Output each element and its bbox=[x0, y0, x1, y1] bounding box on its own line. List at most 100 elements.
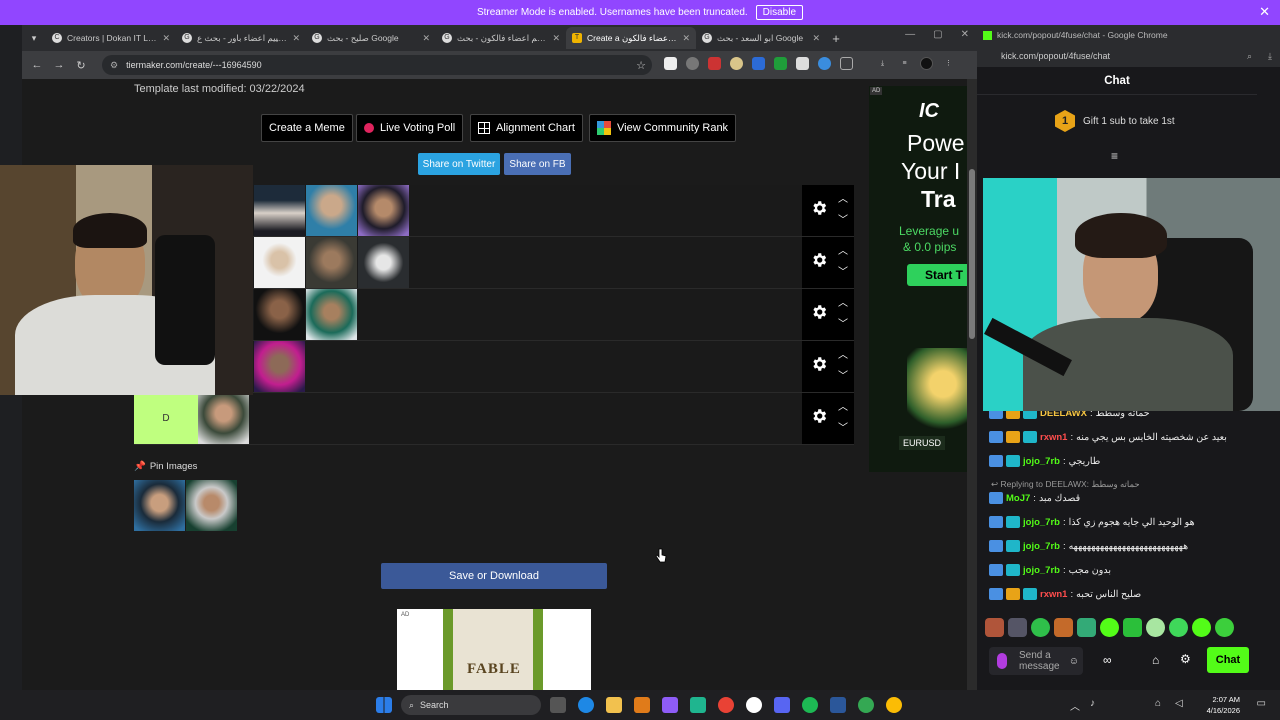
emote-icon[interactable] bbox=[1100, 618, 1119, 637]
extension-icon[interactable] bbox=[664, 57, 677, 70]
emote-icon[interactable] bbox=[1169, 618, 1188, 637]
menu-icon[interactable]: ≡ bbox=[898, 57, 911, 70]
close-tab-icon[interactable]: ✕ bbox=[422, 33, 430, 44]
close-tab-icon[interactable]: ✕ bbox=[682, 33, 690, 44]
extension-icon[interactable] bbox=[796, 57, 809, 70]
tier-label[interactable]: D bbox=[134, 393, 198, 444]
spotify-icon[interactable] bbox=[802, 697, 818, 713]
live-voting-poll-button[interactable]: Live Voting Poll bbox=[356, 114, 464, 142]
chat-username[interactable]: jojo_7rb bbox=[1023, 517, 1060, 528]
tray-volume-icon[interactable]: ◁ bbox=[1175, 698, 1183, 709]
maximize-icon[interactable]: ▢ bbox=[933, 29, 942, 40]
emote-picker-icon[interactable]: ∞ bbox=[1103, 653, 1112, 667]
move-up-icon[interactable]: ︿ bbox=[838, 346, 848, 361]
chat-username[interactable]: jojo_7rb bbox=[1023, 565, 1060, 576]
system-clock[interactable]: 2:07 AM 4/16/2026 bbox=[1207, 694, 1240, 716]
emote-icon[interactable] bbox=[1192, 618, 1211, 637]
minimize-icon[interactable]: — bbox=[905, 29, 915, 40]
emote-icon[interactable] bbox=[1054, 618, 1073, 637]
profile-avatar[interactable] bbox=[920, 57, 933, 70]
chat-username[interactable]: MoJ7 bbox=[1006, 493, 1030, 504]
emoji-icon[interactable]: ☺ bbox=[1069, 656, 1079, 667]
tier-item-image[interactable] bbox=[254, 237, 305, 288]
move-down-icon[interactable]: ﹀ bbox=[838, 211, 848, 226]
tab-google-falcon[interactable]: G تقييم اعضاء فالكون - بحث... ✕ bbox=[436, 27, 566, 49]
create-meme-button[interactable]: Create a Meme bbox=[261, 114, 353, 142]
tier-item-image[interactable] bbox=[254, 341, 305, 392]
tab-google-abusaad[interactable]: G ابو السعد - بحث Google ✕ bbox=[696, 27, 826, 49]
app-icon[interactable] bbox=[746, 697, 762, 713]
chat-username[interactable]: rxwn1 bbox=[1040, 432, 1067, 443]
chrome-icon[interactable] bbox=[886, 697, 902, 713]
kebab-menu-icon[interactable]: ⋮ bbox=[942, 57, 955, 70]
extension-icon[interactable] bbox=[708, 57, 721, 70]
ad-cta-button[interactable]: Start T bbox=[907, 264, 967, 286]
disable-streamer-mode-button[interactable]: Disable bbox=[755, 5, 804, 20]
view-community-rank-button[interactable]: View Community Rank bbox=[589, 114, 737, 142]
side-advertisement[interactable]: AD IC Powe Your I Tra Leverage u & 0.0 p… bbox=[869, 86, 967, 472]
site-info-icon[interactable]: ⚙ bbox=[110, 60, 118, 71]
move-down-icon[interactable]: ﹀ bbox=[838, 367, 848, 382]
alignment-chart-button[interactable]: Alignment Chart bbox=[470, 114, 583, 142]
reload-icon[interactable]: ↻ bbox=[70, 59, 92, 72]
tier-item-image[interactable] bbox=[306, 289, 357, 340]
tier-item-image[interactable] bbox=[254, 289, 305, 340]
extension-icon[interactable] bbox=[730, 57, 743, 70]
share-fb-button[interactable]: Share on FB bbox=[504, 153, 571, 175]
chrome-icon[interactable] bbox=[858, 697, 874, 713]
close-banner-icon[interactable]: ✕ bbox=[1259, 4, 1270, 20]
gear-icon[interactable] bbox=[810, 355, 828, 373]
bottom-advertisement[interactable]: AD FABLE bbox=[397, 609, 591, 690]
tab-creators[interactable]: C Creators | Dokan IT LLC ✕ bbox=[46, 27, 176, 49]
tray-network-icon[interactable]: ⌂ bbox=[1155, 698, 1161, 709]
settings-gear-icon[interactable]: ⚙ bbox=[1180, 652, 1191, 666]
notification-icon[interactable]: ▭ bbox=[1257, 698, 1266, 709]
tier-item-image[interactable] bbox=[254, 185, 305, 236]
close-window-icon[interactable]: ✕ bbox=[961, 29, 969, 40]
emote-icon[interactable] bbox=[1077, 618, 1096, 637]
move-down-icon[interactable]: ﹀ bbox=[838, 263, 848, 278]
download-icon[interactable]: ⤓ bbox=[1268, 51, 1272, 62]
emote-icon[interactable] bbox=[1031, 618, 1050, 637]
emote-icon[interactable] bbox=[985, 618, 1004, 637]
tray-mic-icon[interactable]: ♪ bbox=[1090, 698, 1095, 709]
extensions-puzzle-icon[interactable] bbox=[840, 57, 853, 70]
tab-tiermaker[interactable]: T Create a تقييم اعضاء فالكون ✕ bbox=[566, 27, 696, 49]
send-chat-button[interactable]: Chat bbox=[1207, 647, 1249, 673]
page-scrollbar[interactable] bbox=[967, 79, 977, 690]
scrollbar-thumb[interactable] bbox=[969, 169, 975, 339]
move-up-icon[interactable]: ︿ bbox=[838, 190, 848, 205]
windows-start-icon[interactable] bbox=[376, 697, 392, 713]
discord-icon[interactable] bbox=[774, 697, 790, 713]
close-tab-icon[interactable]: ✕ bbox=[552, 33, 560, 44]
move-up-icon[interactable]: ︿ bbox=[838, 242, 848, 257]
tier-item-image[interactable] bbox=[358, 237, 409, 288]
emote-icon[interactable] bbox=[1146, 618, 1165, 637]
app-icon[interactable] bbox=[690, 697, 706, 713]
extension-icon[interactable] bbox=[752, 57, 765, 70]
zoom-icon[interactable]: ⌕ bbox=[1247, 51, 1252, 62]
chrome-icon[interactable] bbox=[718, 697, 734, 713]
move-up-icon[interactable]: ︿ bbox=[838, 294, 848, 309]
close-tab-icon[interactable]: ✕ bbox=[162, 33, 170, 44]
word-icon[interactable] bbox=[830, 697, 846, 713]
mic-icon[interactable] bbox=[997, 653, 1007, 669]
tier-item-image[interactable] bbox=[306, 185, 357, 236]
pinned-image[interactable] bbox=[134, 480, 185, 531]
tab-google-power[interactable]: G تقييم اعضاء باور - بحث ع... ✕ bbox=[176, 27, 306, 49]
chat-username[interactable]: jojo_7rb bbox=[1023, 541, 1060, 552]
pinned-image[interactable] bbox=[186, 480, 237, 531]
gift-icon[interactable]: ⌂ bbox=[1152, 653, 1159, 667]
collapse-icon[interactable]: ≡ bbox=[1111, 149, 1118, 163]
close-tab-icon[interactable]: ✕ bbox=[292, 33, 300, 44]
address-bar[interactable]: ⚙ tiermaker.com/create/---16964590 ☆ bbox=[102, 55, 652, 75]
app-r-icon[interactable] bbox=[634, 697, 650, 713]
extension-icon[interactable] bbox=[686, 57, 699, 70]
forward-icon[interactable]: → bbox=[48, 59, 70, 71]
gift-sub-banner[interactable]: 1 Gift 1 sub to take 1st bbox=[1055, 110, 1175, 132]
new-tab-icon[interactable]: + bbox=[826, 31, 846, 46]
chat-username[interactable]: jojo_7rb bbox=[1023, 456, 1060, 467]
move-down-icon[interactable]: ﹀ bbox=[838, 315, 848, 330]
gear-icon[interactable] bbox=[810, 251, 828, 269]
task-view-icon[interactable] bbox=[550, 697, 566, 713]
